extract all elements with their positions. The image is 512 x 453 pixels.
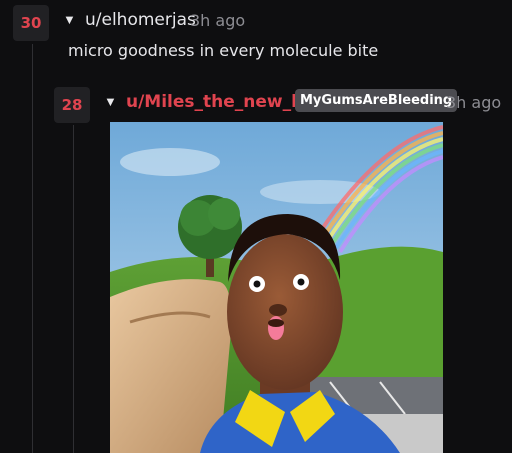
gif-illustration: [110, 122, 443, 453]
comment-author[interactable]: u/elhomerjas: [85, 10, 196, 30]
comment-body: micro goodness in every molecule bite: [68, 41, 379, 60]
comment-thread: 30 ▼ u/elhomerjas 3h ago micro goodness …: [0, 0, 512, 453]
score-badge-reply[interactable]: 28: [54, 87, 90, 123]
reply-media-image[interactable]: [110, 122, 443, 453]
user-flair: MyGumsAreBleeding: [295, 89, 458, 112]
score-value-reply: 28: [61, 96, 83, 114]
comment-timestamp: 3h ago: [190, 11, 246, 30]
caret-down-icon[interactable]: ▼: [104, 95, 117, 108]
reply-author[interactable]: u/Miles_the_new_kid: [126, 92, 320, 112]
reply-timestamp: 3h ago: [446, 93, 502, 112]
score-value: 30: [20, 14, 42, 32]
caret-down-icon[interactable]: ▼: [63, 13, 76, 26]
thread-line[interactable]: [32, 44, 33, 453]
thread-line-nested[interactable]: [73, 125, 74, 453]
score-badge[interactable]: 30: [13, 5, 49, 41]
